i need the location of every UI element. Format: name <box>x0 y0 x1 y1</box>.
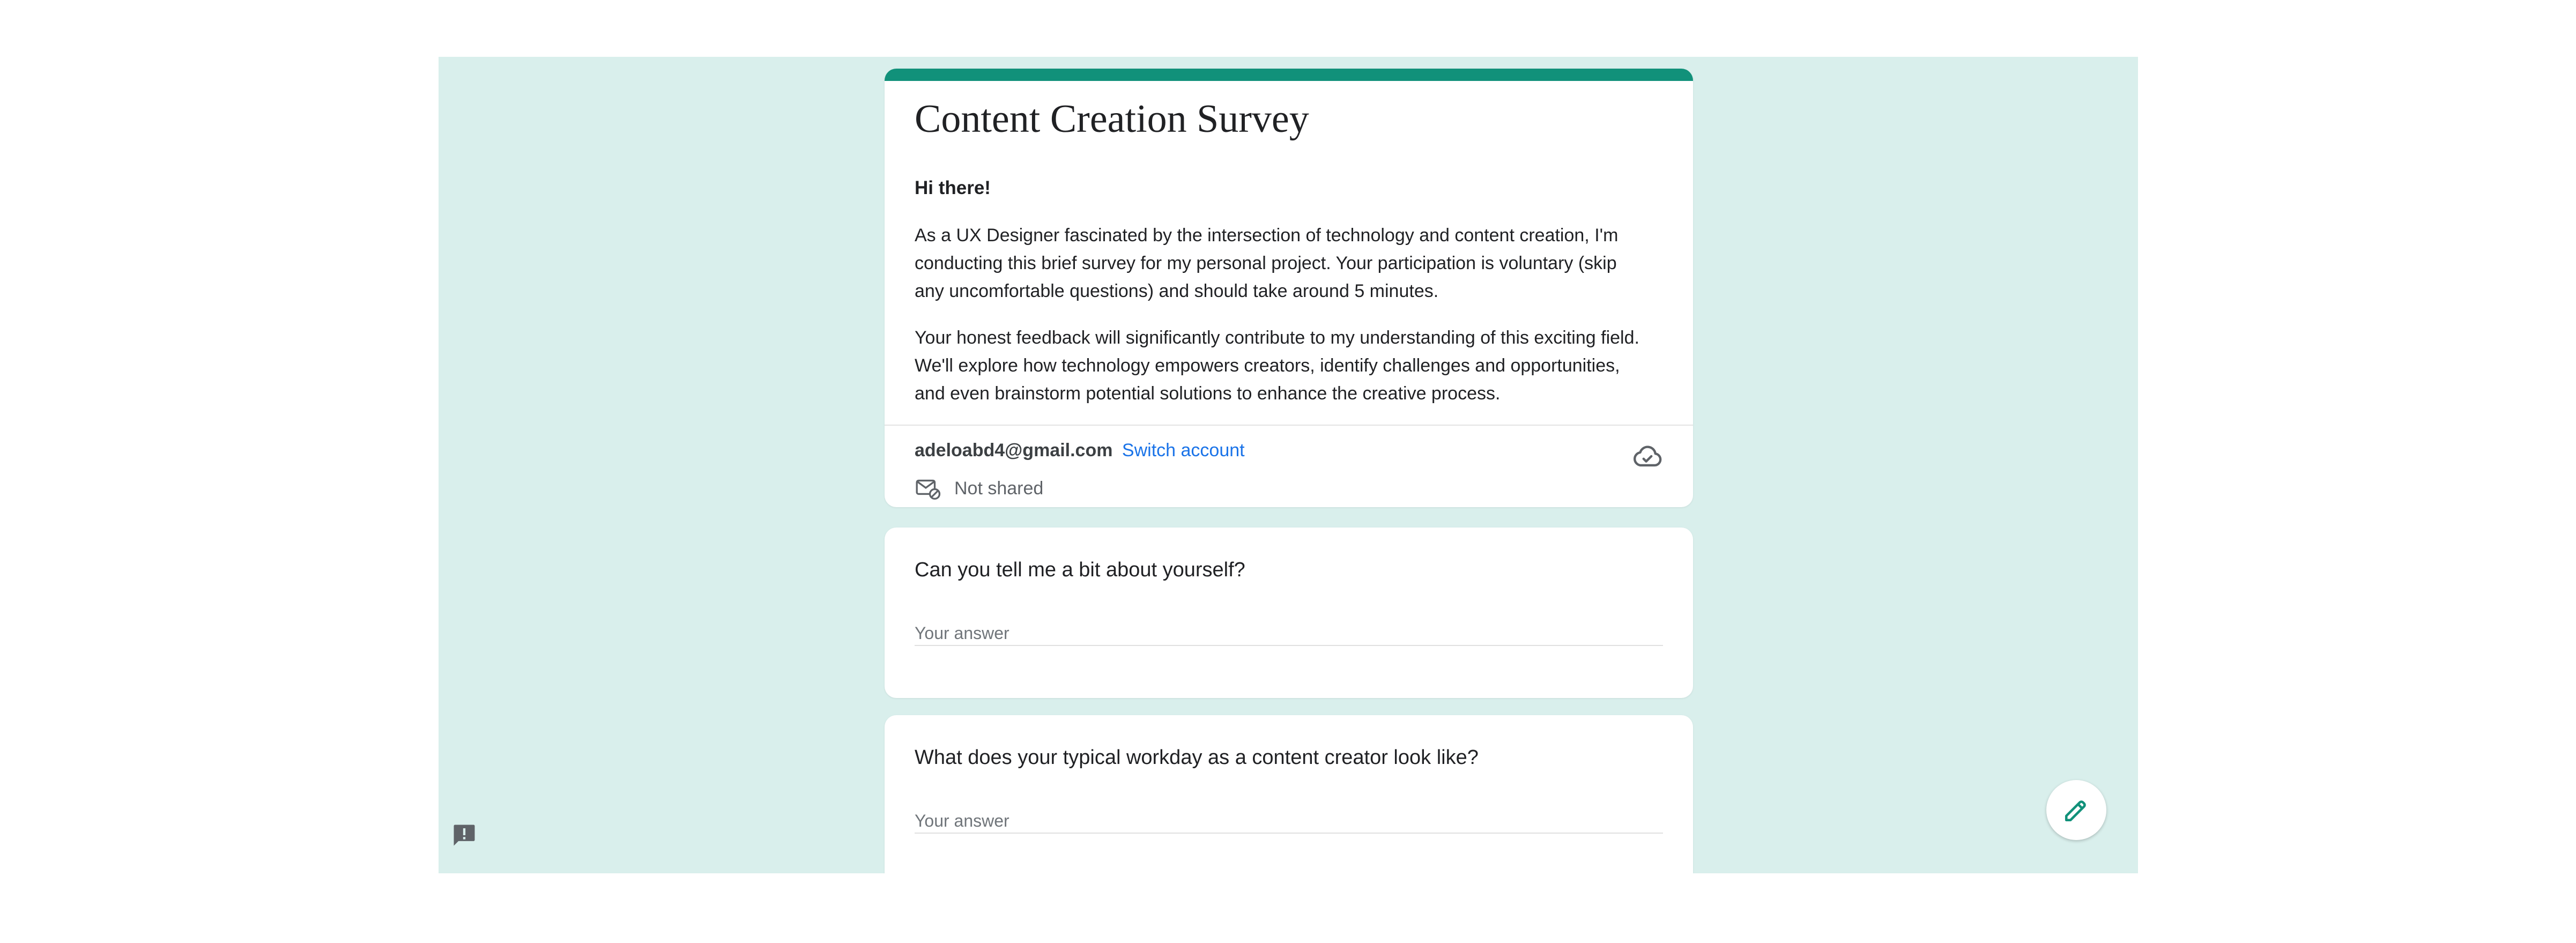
header-divider <box>885 425 1693 426</box>
answer-input[interactable] <box>915 809 1663 834</box>
form-title: Content Creation Survey <box>915 97 1309 141</box>
switch-account-link[interactable]: Switch account <box>1122 440 1245 461</box>
mail-not-shared-icon <box>916 479 941 500</box>
edit-button[interactable] <box>2046 780 2106 840</box>
email-sharing-status: Not shared <box>915 475 1043 502</box>
question-card: What does your typical workday as a cont… <box>885 715 1693 873</box>
account-row: adeloabd4@gmail.com Switch account <box>915 440 1245 461</box>
form-viewport: Content Creation Survey Hi there! As a U… <box>439 57 2138 873</box>
not-shared-label: Not shared <box>954 478 1044 499</box>
form-header-card: Content Creation Survey Hi there! As a U… <box>885 69 1693 507</box>
cloud-sync-icon[interactable] <box>1632 441 1663 472</box>
accent-bar <box>885 69 1693 81</box>
form-description-paragraph: Your honest feedback will significantly … <box>915 328 1639 404</box>
question-text: What does your typical workday as a cont… <box>915 746 1479 769</box>
form-greeting: Hi there! <box>915 177 991 198</box>
feedback-icon[interactable] <box>450 821 478 849</box>
pencil-icon <box>2065 800 2086 822</box>
form-description-paragraph: As a UX Designer fascinated by the inter… <box>915 225 1619 301</box>
question-card: Can you tell me a bit about yourself? <box>885 528 1693 698</box>
question-text: Can you tell me a bit about yourself? <box>915 559 1245 581</box>
answer-input[interactable] <box>915 621 1663 646</box>
account-email: adeloabd4@gmail.com <box>915 440 1113 461</box>
